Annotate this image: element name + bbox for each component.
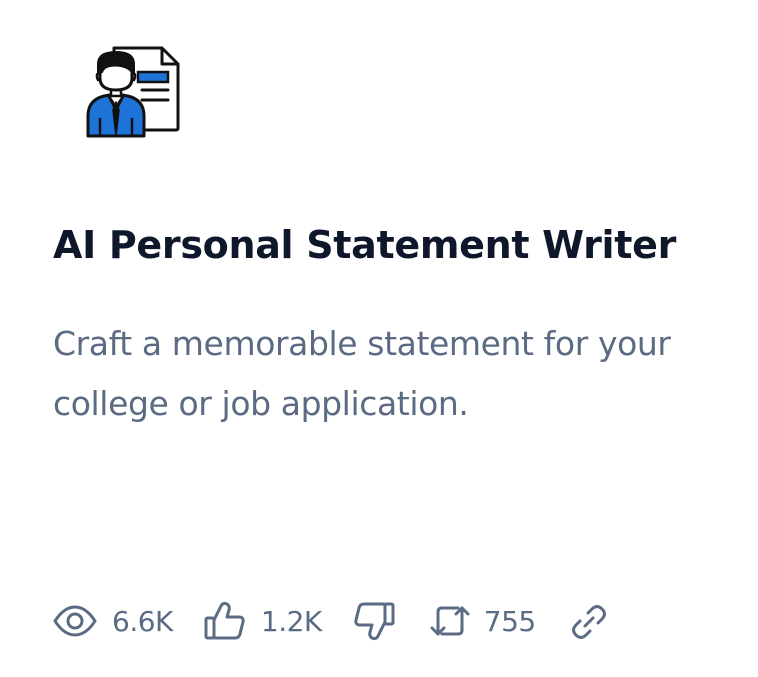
stats-bar: 6.6K 1.2K 755 (52, 598, 608, 644)
eye-icon (52, 598, 98, 644)
repost-icon (430, 598, 470, 644)
shares-count: 755 (483, 604, 536, 638)
card-description: Craft a memorable statement for your col… (53, 324, 671, 423)
likes-count: 1.2K (260, 604, 322, 638)
views-count: 6.6K (112, 604, 173, 638)
link-icon (568, 598, 608, 644)
thumbs-down-icon (352, 598, 396, 644)
person-with-document-icon (84, 44, 184, 140)
repost-button[interactable]: 755 (430, 598, 536, 644)
tool-card[interactable]: AI Personal Statement Writer Craft a mem… (0, 0, 758, 677)
thumbs-up-icon (203, 598, 247, 644)
card-title: AI Personal Statement Writer (53, 223, 677, 267)
copy-link-button[interactable] (568, 598, 608, 644)
like-button[interactable]: 1.2K (203, 598, 322, 644)
views-stat[interactable]: 6.6K (52, 598, 173, 644)
dislike-button[interactable] (352, 598, 396, 644)
